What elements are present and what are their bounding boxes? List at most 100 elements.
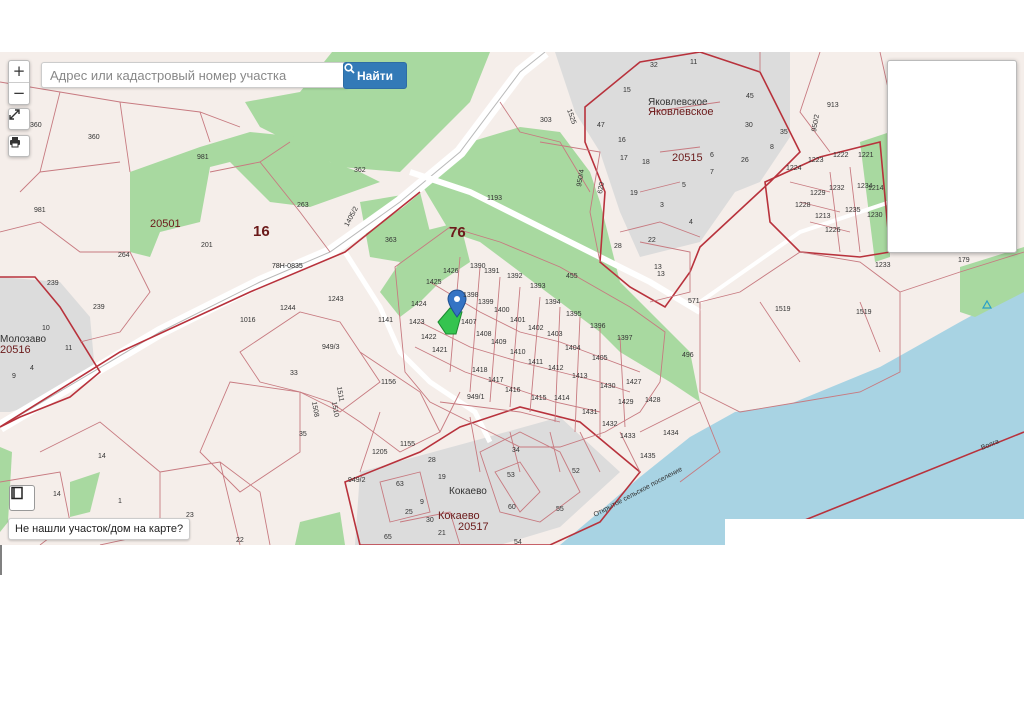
- parcel-label: 179: [958, 257, 970, 264]
- parcel-label: 201: [201, 242, 213, 249]
- parcel-label: 1519: [775, 306, 791, 313]
- parcel-label: 1410: [510, 349, 526, 356]
- quarter-label-76: 76: [449, 224, 466, 241]
- zone-label-20515: 20515: [672, 152, 703, 164]
- parcel-label: 8: [770, 144, 774, 151]
- parcel-label: 1141: [378, 317, 393, 324]
- parcel-label: 1426: [443, 268, 459, 275]
- parcel-label: 34: [512, 447, 520, 454]
- parcel-label: 1228: [795, 202, 811, 209]
- road-code-label: 78Н-0835: [272, 263, 303, 270]
- parcel-label: 1412: [548, 365, 564, 372]
- parcel-label: 455: [566, 273, 578, 280]
- legend-button[interactable]: [9, 485, 35, 511]
- parcel-label: 1394: [545, 299, 561, 306]
- cadastral-map[interactable]: 76 16 20501 20515 20517 20516 Яковлевско…: [0, 52, 1024, 545]
- zone-label-20501: 20501: [150, 218, 181, 230]
- parcel-label: 22: [648, 237, 656, 244]
- parcel-label: 1221: [858, 152, 874, 159]
- parcel-label: 47: [597, 122, 605, 129]
- parcel-label: 1508: [310, 401, 320, 418]
- parcel-label: 1223: [808, 157, 824, 164]
- parcel-label: 60: [508, 504, 516, 511]
- settlement-label-kokaevo-1: Кокаево: [449, 486, 487, 497]
- parcel-label: 1226: [825, 227, 841, 234]
- parcel-label: 32: [650, 62, 658, 69]
- parcel-label: 1433: [620, 433, 636, 440]
- parcel-label: 26: [741, 157, 749, 164]
- parcel-label: 14: [98, 453, 106, 460]
- parcel-label: 45: [746, 93, 754, 100]
- parcel-label: 4: [689, 219, 693, 226]
- parcel-label: 1399: [478, 299, 494, 306]
- map-canvas[interactable]: 76 16 20501 20515 20517 20516 Яковлевско…: [0, 52, 1024, 545]
- parcel-label: 1415: [531, 395, 547, 402]
- parcel-label: 981: [197, 154, 209, 161]
- parcel-label: 1430: [600, 383, 616, 390]
- parcel-label: 1398: [463, 292, 479, 299]
- parcel-label: 65: [384, 534, 392, 541]
- zoom-in-button[interactable]: +: [9, 61, 29, 82]
- parcel-label: 52: [572, 468, 580, 475]
- parcel-label: 913: [827, 102, 839, 109]
- parcel-label: 7: [710, 169, 714, 176]
- parcel-label: 1407: [461, 319, 477, 326]
- quarter-label-16: 16: [253, 223, 270, 240]
- expand-icon: [9, 109, 20, 120]
- parcel-label: 53: [507, 472, 515, 479]
- parcel-label: 1401: [510, 317, 526, 324]
- parcel-label: 13: [657, 271, 665, 278]
- parcel-label: 25: [405, 509, 413, 516]
- parcel-label: 14: [53, 491, 61, 498]
- parcel-label: 5: [682, 182, 686, 189]
- parcel-label: 63: [396, 481, 404, 488]
- parcel-label: 11: [65, 345, 72, 352]
- not-found-link[interactable]: Не нашли участок/дом на карте?: [8, 518, 191, 540]
- parcel-label: 6: [710, 152, 714, 159]
- parcel-label: 1391: [484, 268, 500, 275]
- parcel-label: 1417: [488, 377, 504, 384]
- parcel-label: 1214: [868, 185, 884, 192]
- fullscreen-button[interactable]: [8, 108, 30, 130]
- parcel-label: 263: [297, 202, 309, 209]
- print-button[interactable]: [8, 135, 30, 157]
- parcel-label: 1: [118, 498, 122, 505]
- parcel-label: 1402: [528, 325, 544, 332]
- parcel-label: 1428: [645, 397, 661, 404]
- parcel-label: 54: [514, 539, 522, 545]
- parcel-label: 1235: [845, 207, 861, 214]
- parcel-label: 28: [428, 457, 436, 464]
- parcel-label: 496: [682, 352, 694, 359]
- parcel-label: 1405/2: [344, 206, 360, 228]
- parcel-label: 1205: [372, 449, 388, 456]
- parcel-label: 1229: [810, 190, 826, 197]
- parcel-label: 1511: [335, 386, 345, 402]
- parcel-label: 1243: [328, 296, 344, 303]
- parcel-label: 15: [623, 87, 631, 94]
- parcel-label: 1400: [494, 307, 510, 314]
- parcel-label: 1434: [663, 430, 679, 437]
- parcel-label: 1396: [590, 323, 606, 330]
- blank-area: [725, 519, 1024, 545]
- parcel-label: 1425: [426, 279, 442, 286]
- parcel-label: 1155: [400, 441, 415, 448]
- page-edge-line: [0, 545, 2, 575]
- parcel-label: 17: [620, 155, 628, 162]
- search-icon: [344, 63, 355, 74]
- parcel-label: 35: [780, 129, 788, 136]
- parcel-label: 1405: [592, 355, 608, 362]
- parcel-label: 363: [385, 237, 397, 244]
- search-input[interactable]: [41, 62, 349, 88]
- parcel-label: 30: [426, 517, 434, 524]
- zoom-out-button[interactable]: −: [9, 82, 29, 104]
- parcel-label: 4: [30, 365, 34, 372]
- parcel-label: 362: [354, 167, 366, 174]
- parcel-label: 28: [614, 243, 622, 250]
- search-button[interactable]: Найти: [343, 62, 407, 89]
- parcel-label: 1510: [330, 401, 340, 418]
- zone-label-20516: 20516: [0, 344, 31, 356]
- parcel-label: 1416: [505, 387, 521, 394]
- parcel-label: 1404: [565, 345, 581, 352]
- parcel-label: 1422: [421, 334, 437, 341]
- parcel-label: 1409: [491, 339, 507, 346]
